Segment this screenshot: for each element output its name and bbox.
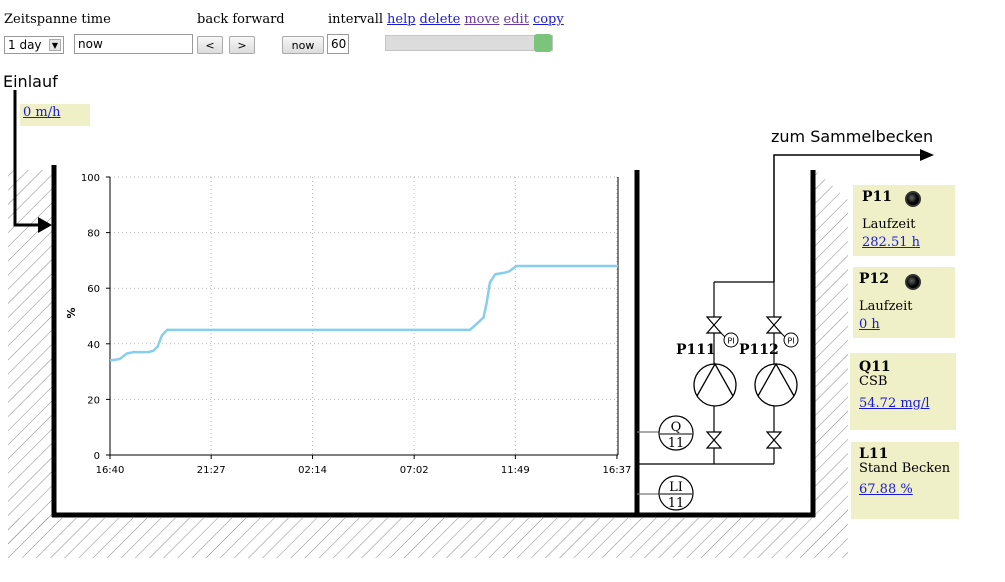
panel-p11-title: P11 bbox=[862, 189, 893, 205]
panel-l11: L11 Stand Becken 67.88 % bbox=[851, 442, 959, 519]
pump-p112-label: P112 bbox=[739, 342, 779, 358]
pressure-indicator-icon: PI bbox=[720, 332, 739, 348]
pump-p111-label: P111 bbox=[676, 342, 716, 358]
panel-l11-label: Stand Becken bbox=[859, 461, 951, 476]
chart-tick-labels: 0 20 40 60 80 100 16:40 21:27 02:14 07:02 11:49 16:… bbox=[81, 173, 631, 476]
valve-icon bbox=[765, 431, 783, 449]
y-tick-label: 60 bbox=[87, 284, 100, 295]
q-sensor-number: 11 bbox=[668, 436, 685, 451]
li-sensor-tag: LI bbox=[669, 480, 683, 495]
inlet-flow-box: 0 m/h bbox=[20, 104, 90, 126]
panel-q11: Q11 CSB 54.72 mg/l bbox=[850, 353, 956, 430]
panel-p12-title: P12 bbox=[859, 271, 890, 287]
panel-p12-value-link[interactable]: 0 h bbox=[859, 317, 880, 332]
chart-axes bbox=[106, 176, 619, 459]
panel-q11-label: CSB bbox=[859, 374, 888, 389]
x-tick-label: 21:27 bbox=[197, 465, 226, 476]
x-tick-label: 16:37 bbox=[603, 465, 632, 476]
chart-y-axis-label: % bbox=[65, 307, 78, 318]
level-chart: 0 20 40 60 80 100 16:40 21:27 02:14 07:02 11:49 16:… bbox=[65, 173, 631, 476]
outlet-label: zum Sammelbecken bbox=[771, 127, 934, 146]
y-tick-label: 40 bbox=[87, 340, 100, 351]
panel-p11-value-link[interactable]: 282.51 h bbox=[862, 235, 920, 250]
panel-p11: P11 Laufzeit 282.51 h bbox=[853, 185, 955, 256]
pressure-indicator-icon: PI bbox=[780, 332, 799, 348]
x-tick-label: 07:02 bbox=[400, 465, 429, 476]
valve-icon bbox=[765, 316, 783, 334]
status-led-icon bbox=[905, 191, 921, 207]
panel-p11-label: Laufzeit bbox=[862, 217, 916, 232]
inlet-label: Einlauf bbox=[3, 72, 58, 91]
pump-icon bbox=[693, 362, 737, 407]
x-tick-label: 02:14 bbox=[298, 465, 327, 476]
x-tick-label: 11:49 bbox=[501, 465, 530, 476]
y-tick-label: 20 bbox=[87, 395, 100, 406]
pi-label: PI bbox=[727, 337, 734, 346]
quality-sensor-icon: Q 11 bbox=[658, 415, 694, 451]
li-sensor-number: 11 bbox=[668, 496, 685, 511]
panel-l11-title: L11 bbox=[859, 446, 889, 462]
panel-l11-value-link[interactable]: 67.88 % bbox=[859, 482, 913, 497]
panel-p12: P12 Laufzeit 0 h bbox=[853, 267, 955, 338]
level-sensor-icon: LI 11 bbox=[658, 475, 694, 511]
pi-label: PI bbox=[787, 337, 794, 346]
panel-q11-title: Q11 bbox=[859, 359, 891, 375]
panel-p12-label: Laufzeit bbox=[859, 299, 913, 314]
valve-icon bbox=[705, 316, 723, 334]
y-tick-label: 0 bbox=[94, 451, 100, 462]
x-tick-label: 16:40 bbox=[96, 465, 125, 476]
y-tick-label: 100 bbox=[81, 173, 100, 184]
level-series-line bbox=[109, 264, 618, 362]
chart-grid bbox=[109, 176, 618, 456]
status-led-icon bbox=[905, 274, 921, 290]
q-sensor-tag: Q bbox=[671, 420, 682, 435]
inlet-flow-link[interactable]: 0 m/h bbox=[23, 105, 60, 120]
y-tick-label: 80 bbox=[87, 229, 100, 240]
panel-q11-value-link[interactable]: 54.72 mg/l bbox=[859, 396, 930, 411]
valve-icon bbox=[705, 431, 723, 449]
pump-icon bbox=[754, 362, 798, 407]
